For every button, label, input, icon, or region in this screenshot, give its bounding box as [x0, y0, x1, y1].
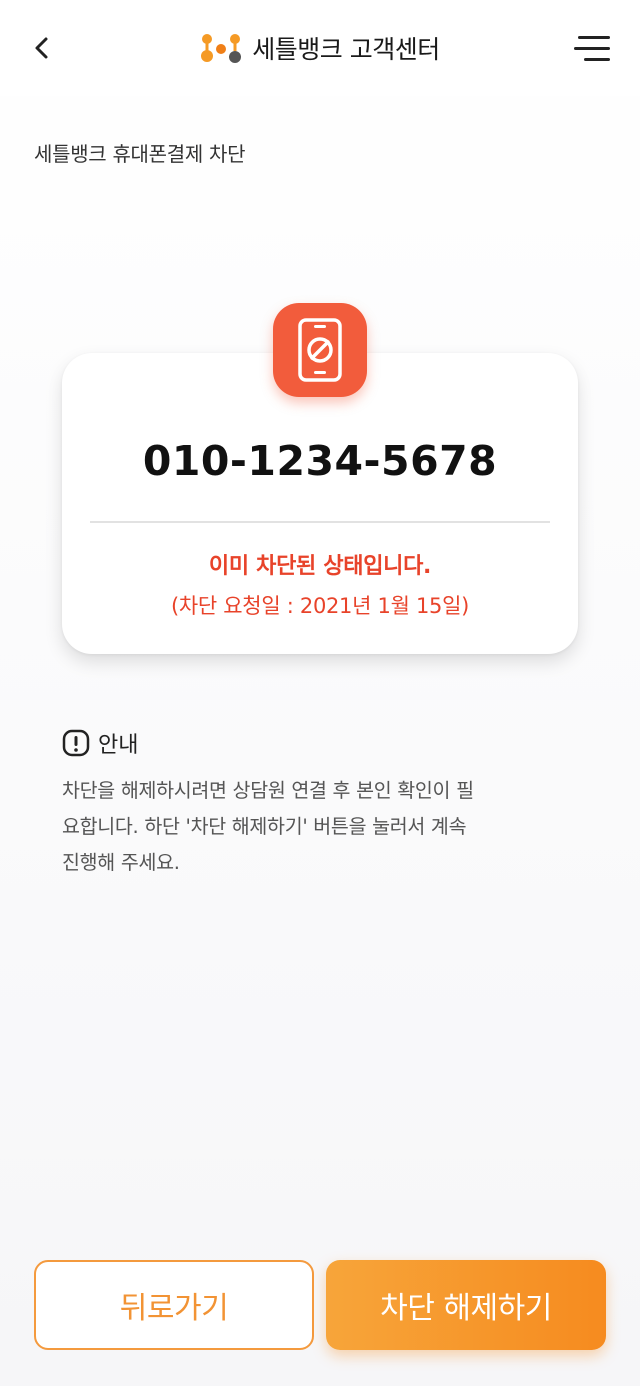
notice-body: 차단을 해제하시려면 상담원 연결 후 본인 확인이 필 요합니다. 하단 '차… — [62, 773, 582, 881]
notice-section: 안내 차단을 해제하시려면 상담원 연결 후 본인 확인이 필 요합니다. 하단… — [62, 727, 582, 881]
blocked-number-card: 010-1234-5678 이미 차단된 상태입니다. (차단 요청일 : 20… — [62, 353, 578, 654]
menu-button[interactable] — [574, 34, 610, 64]
phone-blocked-icon — [273, 303, 367, 397]
hamburger-menu-icon — [578, 36, 610, 39]
notice-line: 요합니다. 하단 '차단 해제하기' 버튼을 눌러서 계속 — [62, 815, 467, 838]
notice-line: 진행해 주세요. — [62, 851, 180, 874]
phone-number: 010-1234-5678 — [142, 437, 498, 485]
exclamation-icon — [62, 729, 90, 757]
settlebank-logo-icon — [201, 34, 242, 63]
notice-line: 차단을 해제하시려면 상담원 연결 후 본인 확인이 필 — [62, 779, 474, 802]
hamburger-menu-icon-line — [584, 58, 610, 61]
header: 세틀뱅크 고객센터 — [0, 0, 640, 96]
brand: 세틀뱅크 고객센터 — [0, 28, 640, 68]
unblock-button[interactable]: 차단 해제하기 — [326, 1260, 606, 1350]
page-title: 세틀뱅크 휴대폰결제 차단 — [34, 142, 246, 166]
notice-header: 안내 — [62, 727, 582, 759]
hamburger-menu-icon-line — [574, 47, 610, 50]
divider — [90, 521, 550, 523]
block-status: 이미 차단된 상태입니다. — [208, 554, 432, 579]
notice-title: 안내 — [98, 733, 139, 758]
app-title: 세틀뱅크 고객센터 — [252, 35, 440, 64]
go-back-button[interactable]: 뒤로가기 — [34, 1260, 314, 1350]
block-request-date: (차단 요청일 : 2021년 1월 15일) — [170, 594, 470, 618]
